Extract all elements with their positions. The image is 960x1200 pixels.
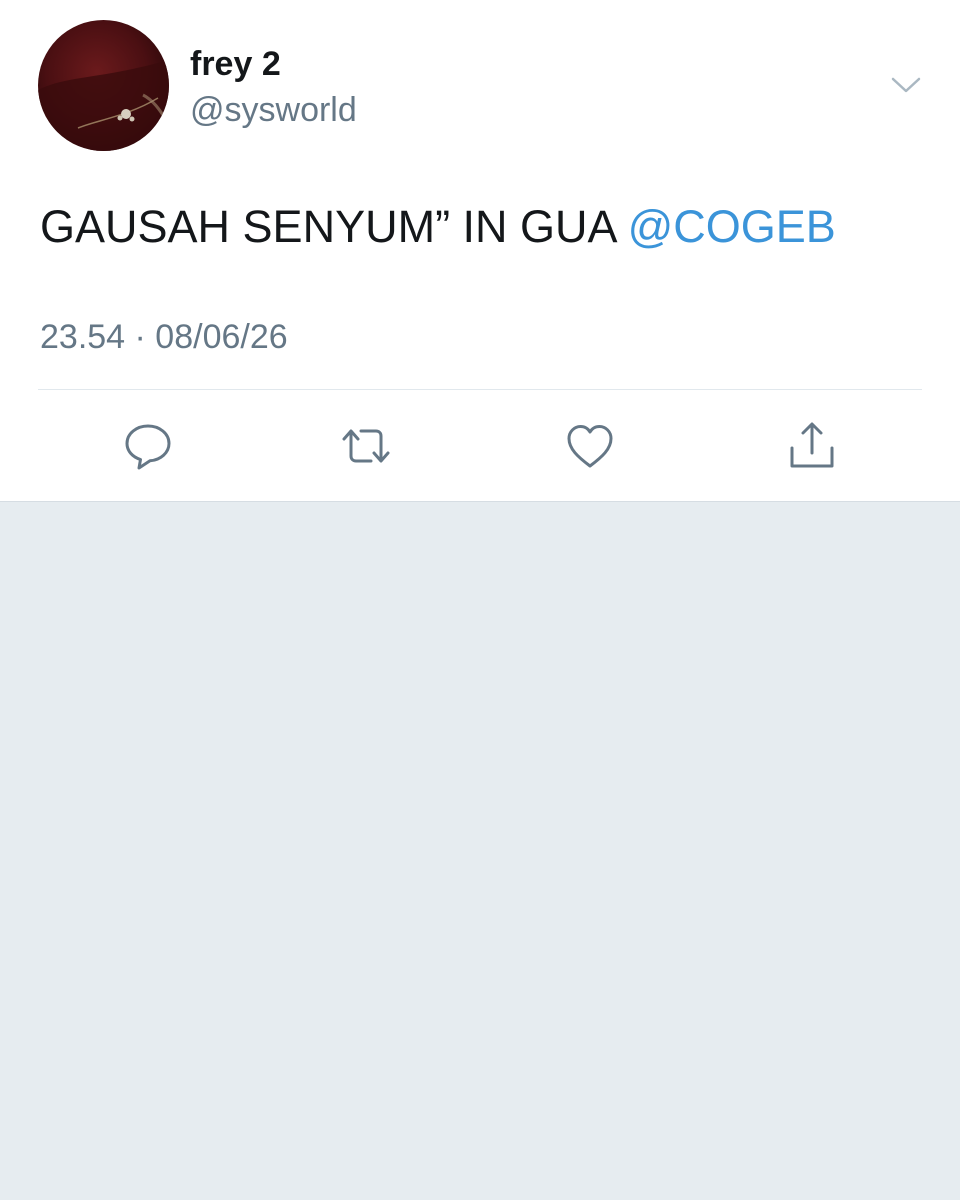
retweet-icon (342, 429, 390, 463)
tweet-text: GAUSAH SENYUM” IN GUA @COGEB (40, 200, 836, 254)
tweet-body-text: GAUSAH SENYUM” IN GUA (40, 201, 628, 252)
reply-icon (125, 424, 171, 470)
share-button[interactable] (786, 420, 838, 472)
display-name[interactable]: frey 2 (190, 44, 281, 84)
share-icon (790, 422, 834, 468)
chevron-down-icon[interactable] (886, 70, 926, 102)
tweet-card: frey 2 @sysworld GAUSAH SENYUM” IN GUA @… (0, 0, 960, 502)
like-button[interactable] (564, 420, 616, 472)
mention-link[interactable]: @COGEB (628, 201, 836, 252)
reply-button[interactable] (122, 420, 174, 472)
divider (38, 389, 922, 390)
heart-icon (567, 425, 613, 468)
retweet-button[interactable] (340, 420, 392, 472)
avatar[interactable] (38, 20, 169, 151)
user-handle[interactable]: @sysworld (190, 90, 357, 130)
tweet-timestamp[interactable]: 23.54 · 08/06/26 (40, 316, 288, 358)
